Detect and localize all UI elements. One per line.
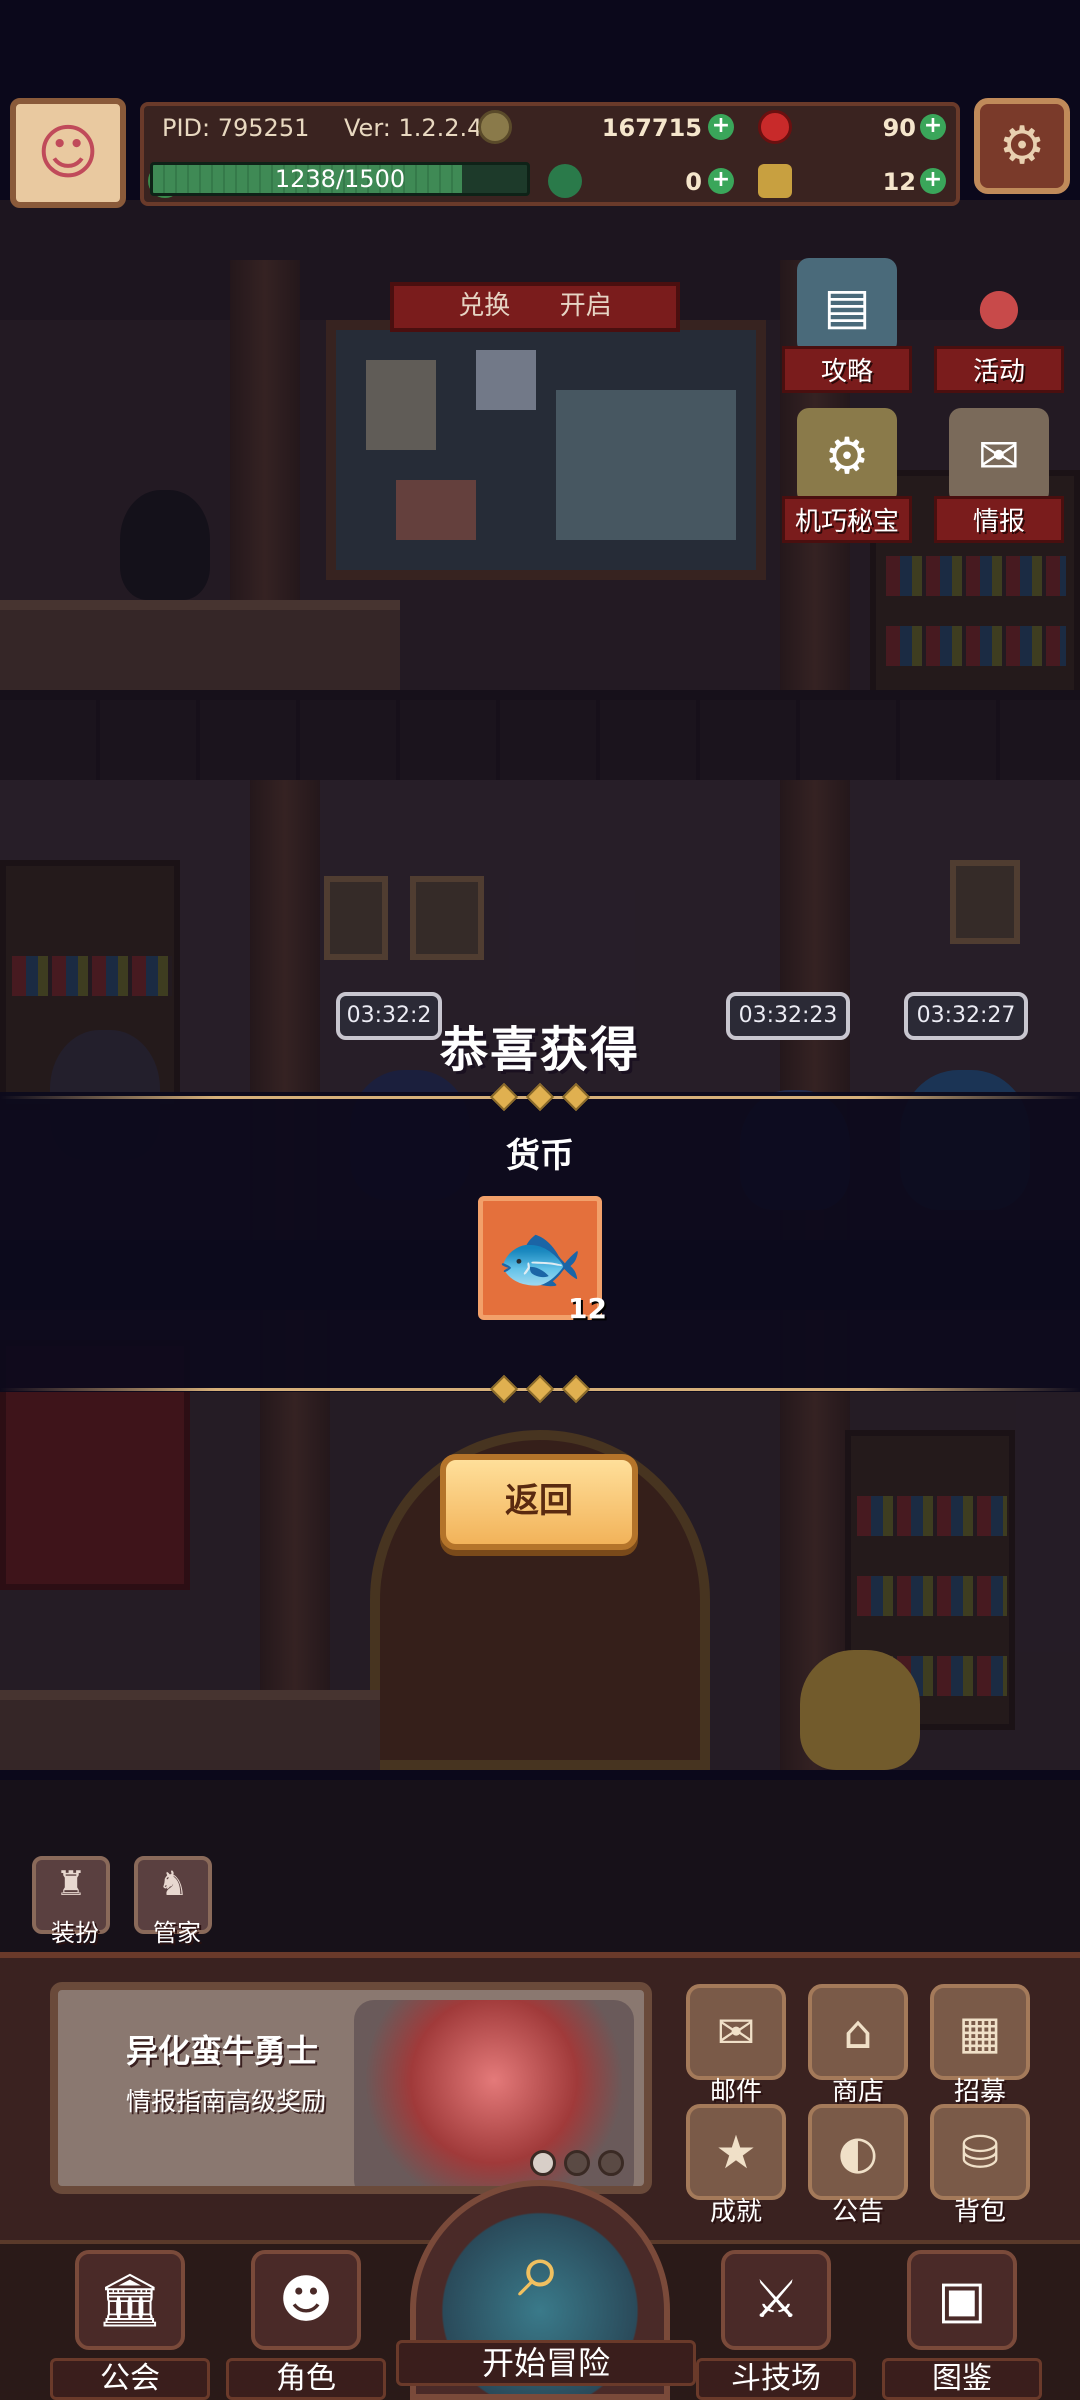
megaphone-icon: ◐ <box>808 2104 908 2200</box>
fish-coin-icon: 🐟 <box>496 1216 584 1299</box>
guide-label: 攻略 <box>782 346 912 393</box>
intel-button[interactable]: ✉ 情报 <box>934 408 1064 558</box>
nav-arena-label: 斗技场 <box>696 2358 856 2400</box>
reward-title: 恭喜获得 <box>439 1022 640 1078</box>
announcements-label: 公告 <box>831 2197 884 2227</box>
dress-up-button[interactable]: ♜ 装扮 <box>32 1856 110 1947</box>
clover-count: 0 <box>685 168 702 196</box>
exchange-banner[interactable]: 兑换 开启 <box>390 282 680 332</box>
promo-title: 异化蛮牛勇士 <box>126 2032 319 2070</box>
pager-dot[interactable] <box>564 2150 590 2176</box>
promo-subtitle: 情报指南高级奖励 <box>126 2087 327 2116</box>
add-coins-button[interactable]: + <box>708 114 734 140</box>
xp-text: 1238/1500 <box>274 165 406 193</box>
nav-arena[interactable]: ⚔ 斗技场 <box>696 2250 856 2400</box>
balloon-icon: ● <box>977 277 1021 335</box>
gear-icon: ⚙ <box>998 116 1046 176</box>
reward-count: 12 <box>568 1292 607 1325</box>
player-avatar[interactable]: ☺ <box>10 98 126 208</box>
pager-dot[interactable] <box>530 2150 556 2176</box>
backpack-label: 背包 <box>953 2197 1006 2227</box>
gear-chest-icon: ⚙ <box>797 408 897 504</box>
ornament-icon <box>470 1082 610 1112</box>
intel-label: 情报 <box>934 496 1064 543</box>
mech-treasure-label: 机巧秘宝 <box>782 496 912 543</box>
ornament-icon <box>470 1374 610 1404</box>
mail-label: 邮件 <box>709 2077 762 2107</box>
pager-dot[interactable] <box>598 2150 624 2176</box>
nav-codex-label: 图鉴 <box>882 2358 1042 2400</box>
nav-guild-label: 公会 <box>50 2358 210 2400</box>
chat-icon: ▤ <box>797 258 897 354</box>
recruit-button[interactable]: ▦ 招募 <box>930 1984 1030 2107</box>
ticket-count: 12 <box>882 168 916 196</box>
add-tickets-button[interactable]: + <box>920 168 946 194</box>
shop-button[interactable]: ⌂ 商店 <box>808 1984 908 2107</box>
recruit-icon: ▦ <box>930 1984 1030 2080</box>
game-screen: 兑换 开启 ▤ 攻略 ● 活动 ⚙ 机巧秘宝 ✉ 情报 03:32:2 03:3… <box>0 0 1080 2400</box>
mail-icon: ✉ <box>686 1984 786 2080</box>
add-gems-button[interactable]: + <box>920 114 946 140</box>
coin-icon <box>478 110 512 144</box>
dress-up-label: 装扮 <box>51 1919 99 1947</box>
add-clover-button[interactable]: + <box>708 168 734 194</box>
crossed-swords-icon: ⚔ <box>721 2250 831 2350</box>
guide-button[interactable]: ▤ 攻略 <box>782 258 912 408</box>
shop-label: 商店 <box>831 2077 884 2107</box>
announcements-button[interactable]: ◐ 公告 <box>808 2104 908 2227</box>
reward-category: 货币 <box>506 1136 574 1176</box>
top-status-bar: ☺ PID: 795251 Ver: 1.2.2.4 167715 + 90 +… <box>0 88 1080 208</box>
xp-bar: 1238/1500 <box>150 162 530 196</box>
codex-book-icon: ▣ <box>907 2250 1017 2350</box>
gem-icon <box>758 110 792 144</box>
avatar-face-icon: ☺ <box>36 118 100 188</box>
clover-icon <box>548 164 582 198</box>
ticket-icon <box>758 164 792 198</box>
character-icon: ☻ <box>251 2250 361 2350</box>
achievements-label: 成就 <box>709 2197 762 2227</box>
recruit-label: 招募 <box>953 2077 1006 2107</box>
nav-character[interactable]: ☻ 角色 <box>226 2250 386 2400</box>
butler-label: 管家 <box>153 1919 201 1947</box>
start-adventure-label: 开始冒险 <box>396 2340 696 2386</box>
mail-button[interactable]: ✉ 邮件 <box>686 1984 786 2107</box>
nav-codex[interactable]: ▣ 图鉴 <box>882 2250 1042 2400</box>
rabbit-icon: ♞ <box>157 1864 189 1904</box>
guild-hall-icon: 🏛 <box>75 2250 185 2350</box>
intel-icon: ✉ <box>949 408 1049 504</box>
events-label: 活动 <box>934 346 1064 393</box>
return-button[interactable]: 返回 <box>440 1454 638 1550</box>
nav-character-label: 角色 <box>226 2358 386 2400</box>
mech-treasure-button[interactable]: ⚙ 机巧秘宝 <box>782 408 912 558</box>
wardrobe-icon: ♜ <box>55 1864 87 1904</box>
promo-pager <box>530 2150 624 2176</box>
coin-count: 167715 <box>601 114 702 142</box>
shop-icon: ⌂ <box>808 1984 908 2080</box>
nav-guild[interactable]: 🏛 公会 <box>50 2250 210 2400</box>
game-version: Ver: 1.2.2.4 <box>344 114 483 142</box>
gem-count: 90 <box>882 114 916 142</box>
player-id: PID: 795251 <box>162 114 310 142</box>
butler-button[interactable]: ♞ 管家 <box>134 1856 212 1947</box>
achievements-button[interactable]: ★ 成就 <box>686 2104 786 2227</box>
trophy-icon: ★ <box>686 2104 786 2200</box>
settings-button[interactable]: ⚙ <box>974 98 1070 194</box>
backpack-icon: ⛁ <box>930 2104 1030 2200</box>
events-button[interactable]: ● 活动 <box>934 258 1064 408</box>
backpack-button[interactable]: ⛁ 背包 <box>930 2104 1030 2227</box>
magnifier-icon: ⌕ <box>517 2222 563 2315</box>
